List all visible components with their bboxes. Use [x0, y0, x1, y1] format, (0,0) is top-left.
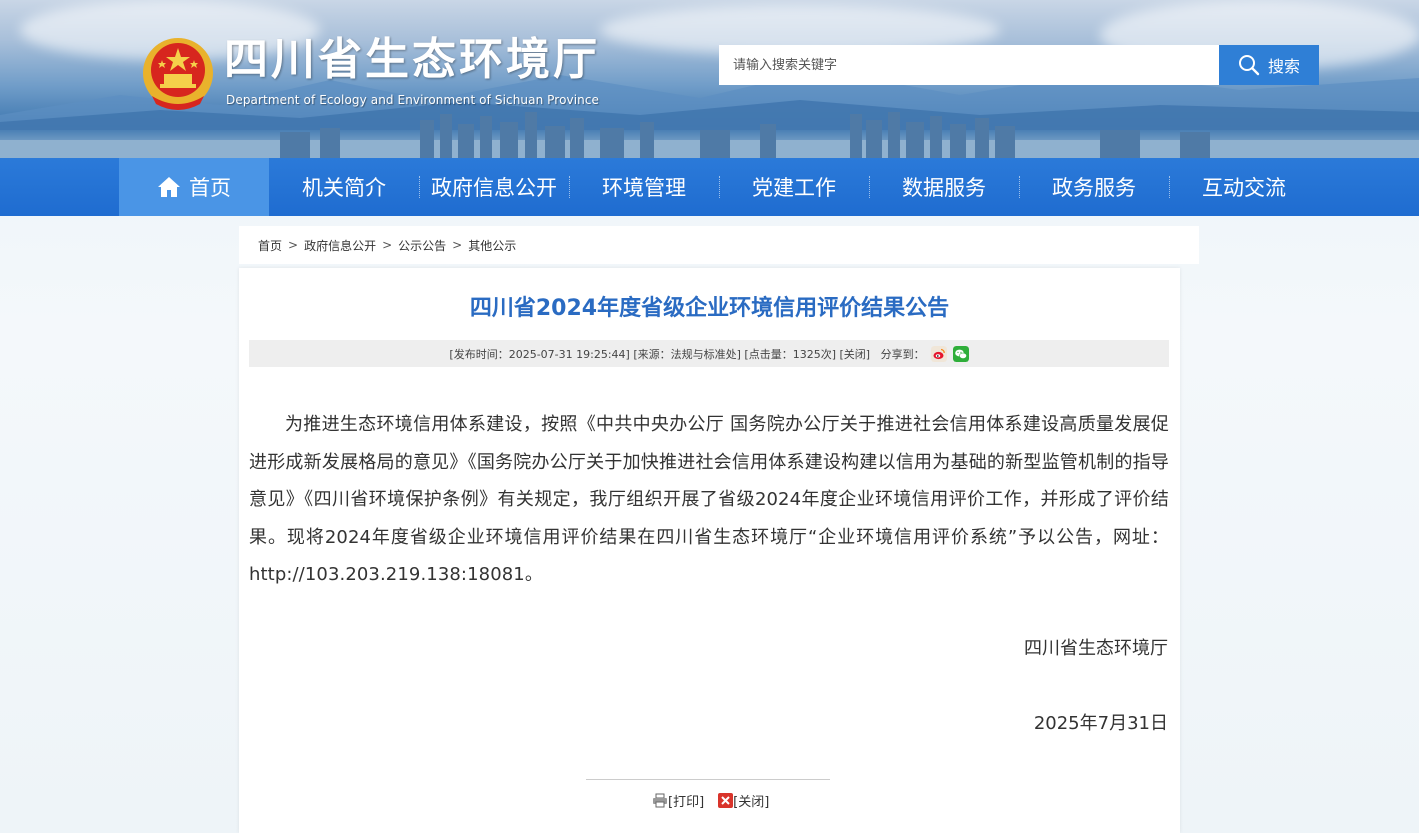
main-nav: 首页 机关简介 政府信息公开 环境管理 党建工作 数据服务 政务服务 互动交流: [0, 158, 1419, 216]
close-button[interactable]: [关闭]: [718, 791, 769, 810]
share-label: 分享到：: [870, 347, 925, 361]
city-skyline: [0, 112, 1419, 158]
search-button[interactable]: 搜索: [1219, 45, 1319, 85]
search-input[interactable]: [719, 45, 1217, 85]
nav-item-label: 党建工作: [752, 176, 836, 200]
article-source: [来源：法规与标准处]: [629, 347, 741, 361]
wechat-icon[interactable]: [952, 345, 969, 362]
article-signature: 四川省生态环境厅: [1024, 638, 1168, 659]
breadcrumb-separator: >: [452, 238, 463, 252]
breadcrumb-gov-info[interactable]: 政府信息公开: [304, 237, 376, 254]
breadcrumb: 首页 > 政府信息公开 > 公示公告 > 其他公示: [239, 226, 1199, 264]
nav-item-about[interactable]: 机关简介: [269, 158, 419, 216]
article-title: 四川省2024年度省级企业环境信用评价结果公告: [469, 296, 950, 321]
nav-item-label: 机关简介: [302, 176, 386, 200]
national-emblem-logo: [143, 38, 213, 110]
breadcrumb-other-notices[interactable]: 其他公示: [468, 237, 516, 254]
nav-item-label: 环境管理: [602, 176, 686, 200]
nav-item-party-building[interactable]: 党建工作: [719, 158, 869, 216]
search-button-label: 搜索: [1267, 57, 1300, 76]
click-count: [点击量：1325次]: [740, 347, 836, 361]
print-button[interactable]: [打印]: [652, 791, 704, 810]
home-icon: [158, 177, 180, 197]
breadcrumb-separator: >: [288, 238, 299, 252]
nav-item-label: 政务服务: [1052, 176, 1136, 200]
nav-item-label: 政府信息公开: [431, 176, 557, 200]
nav-item-label: 数据服务: [902, 176, 986, 200]
divider: [586, 779, 830, 780]
nav-item-gov-info[interactable]: 政府信息公开: [419, 158, 569, 216]
article-panel: 四川省2024年度省级企业环境信用评价结果公告 [发布时间：2025-07-31…: [239, 268, 1180, 833]
weibo-icon[interactable]: [930, 345, 947, 362]
nav-item-label: 首页: [189, 176, 231, 200]
nav-item-env-management[interactable]: 环境管理: [569, 158, 719, 216]
site-title: 四川省生态环境厅: [224, 34, 600, 85]
nav-item-data-service[interactable]: 数据服务: [869, 158, 1019, 216]
publish-time: [发布时间：2025-07-31 19:25:44]: [449, 347, 630, 361]
nav-item-label: 互动交流: [1202, 176, 1286, 200]
article-date: 2025年7月31日: [1033, 713, 1168, 734]
nav-item-gov-service[interactable]: 政务服务: [1019, 158, 1169, 216]
search-icon: [1238, 55, 1260, 76]
close-label: [关闭]: [733, 795, 770, 810]
print-label: [打印]: [668, 795, 705, 810]
close-icon: [718, 793, 734, 808]
search-box: [719, 45, 1219, 85]
breadcrumb-announcements[interactable]: 公示公告: [398, 237, 446, 254]
nav-item-interaction[interactable]: 互动交流: [1169, 158, 1319, 216]
article-meta-bar: [发布时间：2025-07-31 19:25:44] [来源：法规与标准处] […: [249, 340, 1169, 367]
site-subtitle: Department of Ecology and Environment of…: [226, 93, 600, 107]
breadcrumb-separator: >: [382, 238, 393, 252]
article-actions: [打印] [关闭]: [652, 791, 769, 810]
close-link[interactable]: [关闭]: [836, 346, 870, 362]
breadcrumb-home[interactable]: 首页: [258, 237, 282, 254]
nav-item-home[interactable]: 首页: [119, 158, 269, 216]
printer-icon: [653, 793, 667, 808]
article-body: 为推进生态环境信用体系建设，按照《中共中央办公厅 国务院办公厅关于推进社会信用体…: [249, 414, 1169, 586]
